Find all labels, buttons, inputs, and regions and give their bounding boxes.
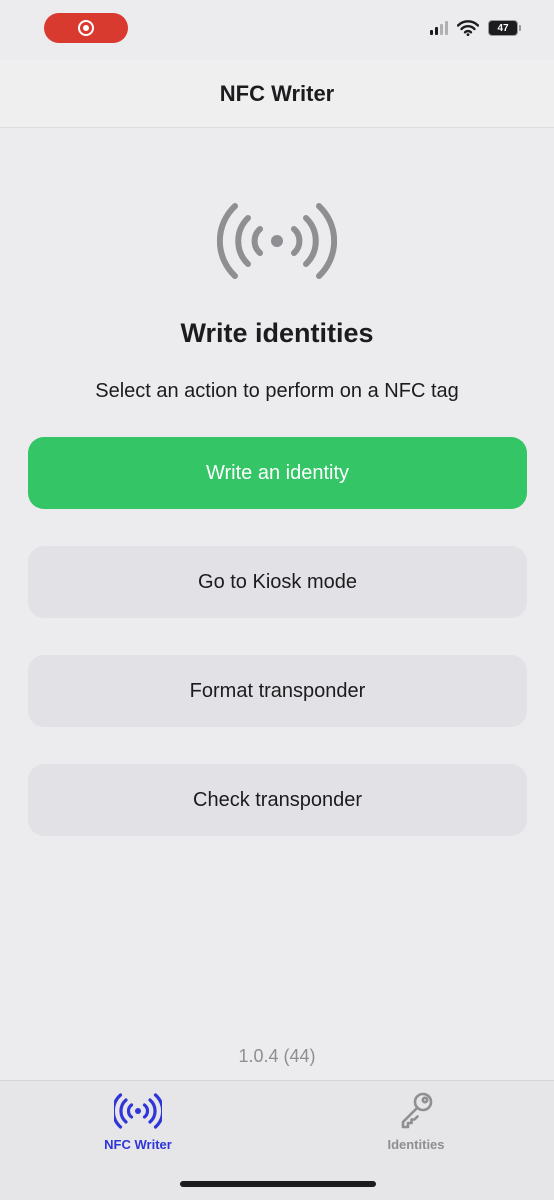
screen-recording-indicator[interactable]: [44, 13, 128, 43]
wifi-icon: [457, 20, 479, 36]
cellular-signal-icon: [430, 21, 448, 35]
page-title: NFC Writer: [219, 80, 335, 106]
app-version: 1.0.4 (44): [238, 1046, 316, 1066]
nfc-waves-icon: [217, 203, 337, 279]
section-heading: Write identities: [180, 318, 374, 348]
check-transponder-button[interactable]: Check transponder: [28, 764, 527, 836]
screen-recording-icon: [78, 20, 94, 36]
write-identity-button[interactable]: Write an identity: [28, 437, 527, 509]
screen: 47 NFC Writer Write identities Select an…: [0, 0, 554, 1200]
battery-level: 47: [497, 22, 509, 34]
nfc-waves-icon: [114, 1093, 162, 1129]
status-icons: 47: [430, 20, 521, 36]
battery-icon: 47: [488, 20, 521, 36]
tab-label: NFC Writer: [104, 1137, 172, 1152]
home-indicator: [180, 1181, 376, 1187]
format-transponder-button[interactable]: Format transponder: [28, 655, 527, 727]
tab-nfc-writer[interactable]: NFC Writer: [68, 1091, 208, 1152]
navigation-bar: NFC Writer: [0, 60, 554, 128]
tab-identities[interactable]: Identities: [346, 1091, 486, 1152]
section-subtitle: Select an action to perform on a NFC tag: [95, 380, 459, 402]
key-icon: [401, 1092, 433, 1129]
kiosk-mode-button[interactable]: Go to Kiosk mode: [28, 546, 527, 618]
tab-label: Identities: [387, 1137, 445, 1152]
status-bar: 47: [0, 0, 554, 60]
